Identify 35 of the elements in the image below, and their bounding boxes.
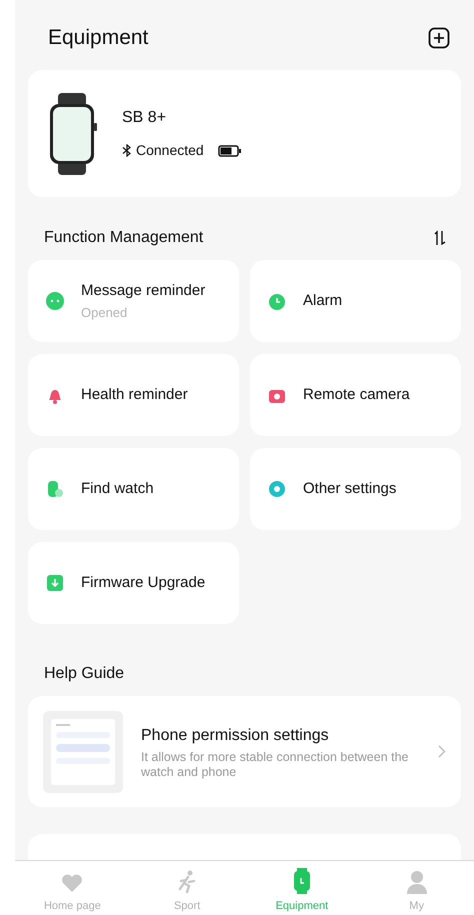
function-label: Other settings [303,478,396,499]
function-label: Message reminder [81,281,206,301]
chat-bubble-icon [44,290,66,312]
function-label: Remote camera [303,384,410,405]
bluetooth-icon [122,144,132,157]
device-name: SB 8+ [122,108,168,128]
help-description: It allows for more stable connection between the watch and phone [141,750,410,780]
function-card[interactable]: Alarm [250,260,461,342]
function-label: Alarm [303,290,342,311]
page-title: Equipment [48,25,148,52]
function-card[interactable]: Other settings [250,448,461,530]
download-icon [44,572,66,594]
sort-icon[interactable] [432,230,448,246]
watch-icon [292,868,311,894]
function-status: Opened [81,304,128,322]
add-icon[interactable] [428,27,450,49]
device-card[interactable]: SB 8+ Connected [28,70,461,197]
section-title: Help Guide [43,664,126,684]
chevron-right-icon [438,745,446,758]
heart-icon [60,872,84,894]
function-card[interactable]: Firmware Upgrade [28,542,239,624]
function-card[interactable]: Find watch [28,448,239,530]
help-card[interactable]: Phone permission settings It allows for more stable connection between the watch and phone [28,696,461,807]
help-title: Phone permission settings [141,726,330,746]
section-title: Function Management [44,228,204,248]
function-card[interactable]: Remote camera [250,354,461,436]
function-label: Health reminder [81,384,188,405]
function-label: Firmware Upgrade [81,572,206,593]
person-icon [406,870,428,894]
gear-icon [266,478,288,500]
function-label: Find watch [81,478,154,499]
function-card[interactable]: Health reminder [28,354,239,436]
battery-icon [218,144,242,156]
function-card[interactable]: Message reminder Opened [28,260,239,342]
connection-status: Connected [136,141,204,160]
